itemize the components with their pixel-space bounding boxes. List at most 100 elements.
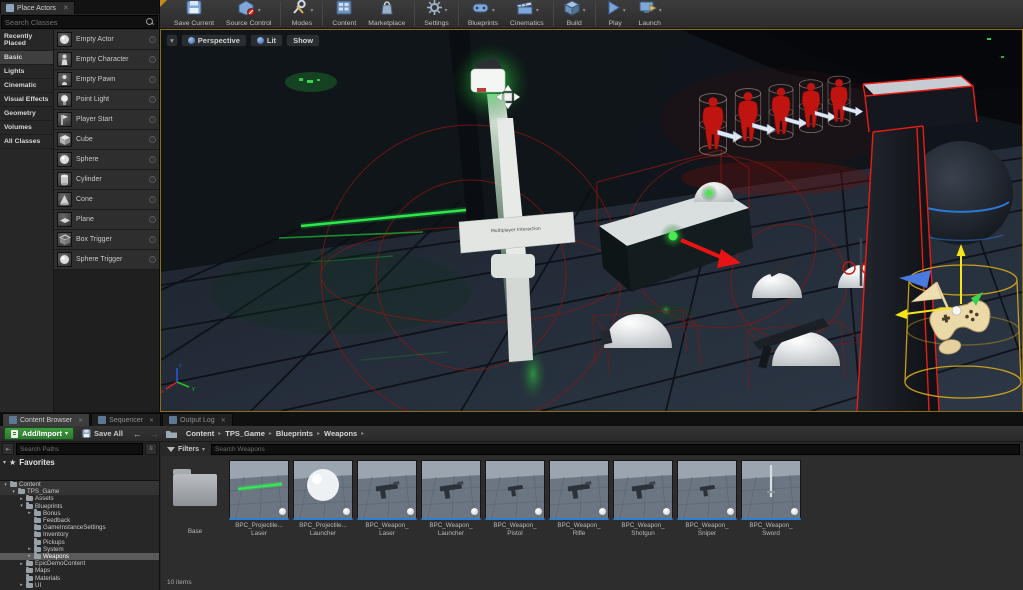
favorites-section[interactable]: ▾ ★ Favorites <box>0 456 159 469</box>
place-item-cone[interactable]: Cone? <box>54 190 159 210</box>
asset-bpc-weapon-launcher[interactable]: BPC_Weapon_Launcher <box>421 460 481 538</box>
category-cinematic[interactable]: Cinematic <box>0 79 53 93</box>
drag-handle-icon[interactable]: ? <box>149 176 156 183</box>
dropdown-caret-icon[interactable]: ▾ <box>258 7 261 14</box>
place-item-plane[interactable]: Plane? <box>54 210 159 230</box>
category-recently-placed[interactable]: Recently Placed <box>0 30 53 51</box>
toolbar-button-save-current[interactable]: Save Current <box>168 1 220 28</box>
drag-handle-icon[interactable]: ? <box>149 136 156 143</box>
tab-place-actors[interactable]: Place Actors ✕ <box>0 1 75 14</box>
expander-icon[interactable]: ▸ <box>27 546 32 552</box>
toolbar-button-cinematics[interactable]: ▾Cinematics <box>504 1 550 28</box>
tab-content-browser[interactable]: Content Browser✕ <box>2 413 90 426</box>
drag-handle-icon[interactable]: ? <box>149 236 156 243</box>
asset-bpc-weapon-rifle[interactable]: BPC_Weapon_Rifle <box>549 460 609 538</box>
tree-item-bonus[interactable]: ▸Bonus <box>0 510 159 517</box>
expander-icon[interactable]: ▾ <box>3 482 8 488</box>
close-icon[interactable]: ✕ <box>78 417 83 424</box>
category-all-classes[interactable]: All Classes <box>0 135 53 149</box>
show-button[interactable]: Show <box>286 34 320 47</box>
dropdown-caret-icon[interactable]: ▾ <box>659 7 662 14</box>
toolbar-button-marketplace[interactable]: Marketplace <box>362 1 411 28</box>
tree-item-materials[interactable]: Materials <box>0 574 159 581</box>
search-classes-input[interactable] <box>5 18 146 27</box>
toolbar-button-play[interactable]: ▾Play <box>599 1 632 28</box>
drag-handle-icon[interactable]: ? <box>149 216 156 223</box>
expander-icon[interactable]: ▾ <box>11 489 16 495</box>
category-basic[interactable]: Basic <box>0 51 53 65</box>
asset-bpc-weapon-laser[interactable]: BPC_Weapon_Laser <box>357 460 417 538</box>
toolbar-button-build[interactable]: ▾Build <box>557 1 592 28</box>
toolbar-button-settings[interactable]: ▾Settings <box>418 1 455 28</box>
drag-handle-icon[interactable]: ? <box>149 36 156 43</box>
tree-item-assets[interactable]: ▸Assets <box>0 495 159 502</box>
filters-button[interactable]: Filters ▾ <box>164 446 208 453</box>
toolbar-button-content[interactable]: Content <box>326 1 362 28</box>
category-visual-effects[interactable]: Visual Effects <box>0 93 53 107</box>
tree-item-inventory[interactable]: Inventory <box>0 531 159 538</box>
toolbar-button-launch[interactable]: ▾Launch <box>632 1 668 28</box>
expander-icon[interactable]: ▾ <box>19 503 24 509</box>
asset-bpc-weapon-pistol[interactable]: BPC_Weapon_Pistol <box>485 460 545 538</box>
category-lights[interactable]: Lights <box>0 65 53 79</box>
drag-handle-icon[interactable]: ? <box>149 56 156 63</box>
asset-bpc-weapon-sniper[interactable]: BPC_Weapon_Sniper <box>677 460 737 538</box>
drag-handle-icon[interactable]: ? <box>149 196 156 203</box>
viewport[interactable]: Multiplayer Interaction <box>160 29 1023 412</box>
tab-sequencer[interactable]: Sequencer✕ <box>91 413 161 426</box>
tree-item-gameinstancesettings[interactable]: GameInstanceSettings <box>0 524 159 531</box>
search-assets-input[interactable] <box>211 444 1020 455</box>
category-volumes[interactable]: Volumes <box>0 121 53 135</box>
place-item-player-start[interactable]: Player Start? <box>54 110 159 130</box>
dropdown-caret-icon[interactable]: ▾ <box>583 7 586 14</box>
close-icon[interactable]: ✕ <box>221 417 226 424</box>
dropdown-caret-icon[interactable]: ▾ <box>623 7 626 14</box>
toolbar-button-source-control[interactable]: ▾Source Control <box>220 1 277 28</box>
view-options-icon[interactable]: ≡ <box>145 443 157 455</box>
tree-item-maps[interactable]: Maps <box>0 567 159 574</box>
drag-handle-icon[interactable]: ? <box>149 256 156 263</box>
place-item-sphere-trigger[interactable]: Sphere Trigger? <box>54 250 159 270</box>
dropdown-caret-icon[interactable]: ▾ <box>536 7 539 14</box>
toolbar-button-modes[interactable]: ▾Modes <box>284 1 319 28</box>
close-icon[interactable]: ✕ <box>63 4 69 12</box>
place-item-empty-pawn[interactable]: Empty Pawn? <box>54 70 159 90</box>
forward-button[interactable]: → <box>148 429 161 439</box>
place-item-empty-actor[interactable]: Empty Actor? <box>54 30 159 50</box>
close-icon[interactable]: ✕ <box>149 417 154 424</box>
expander-icon[interactable]: ▸ <box>19 561 24 567</box>
tree-item-pickups[interactable]: Pickups <box>0 539 159 546</box>
tab-output-log[interactable]: Output Log✕ <box>162 413 233 426</box>
search-paths-input[interactable] <box>16 443 143 455</box>
tree-item-feedback[interactable]: Feedback <box>0 517 159 524</box>
tree-item-content[interactable]: ▾Content <box>0 481 159 488</box>
dropdown-caret-icon[interactable]: ▾ <box>310 7 313 14</box>
dropdown-caret-icon[interactable]: ▾ <box>445 7 448 14</box>
expander-icon[interactable]: ▸ <box>19 582 24 588</box>
viewport-options-button[interactable]: ▾ <box>166 34 178 47</box>
drag-handle-icon[interactable]: ? <box>149 76 156 83</box>
perspective-button[interactable]: Perspective <box>181 34 247 47</box>
asset-bpc-projectile-launcher[interactable]: BPC_Projectile...Launcher <box>293 460 353 538</box>
place-item-box-trigger[interactable]: Box Trigger? <box>54 230 159 250</box>
place-item-empty-character[interactable]: Empty Character? <box>54 50 159 70</box>
drag-handle-icon[interactable]: ? <box>149 96 156 103</box>
dropdown-caret-icon[interactable]: ▾ <box>492 7 495 14</box>
lit-mode-button[interactable]: Lit <box>250 34 283 47</box>
drag-handle-icon[interactable]: ? <box>149 156 156 163</box>
asset-bpc-weapon-shotgun[interactable]: BPC_Weapon_Shotgun <box>613 460 673 538</box>
place-item-point-light[interactable]: Point Light? <box>54 90 159 110</box>
back-button[interactable]: ← <box>131 429 144 439</box>
save-all-button[interactable]: Save All <box>78 429 127 438</box>
tree-item-blueprints[interactable]: ▾Blueprints <box>0 503 159 510</box>
selected-light-actor[interactable] <box>451 42 531 122</box>
tree-item-ui[interactable]: ▸UI <box>0 582 159 589</box>
place-item-sphere[interactable]: Sphere? <box>54 150 159 170</box>
asset-bpc-projectile-laser[interactable]: BPC_Projectile...Laser <box>229 460 289 538</box>
breadcrumb-blueprints[interactable]: Blueprints <box>276 429 313 438</box>
expander-icon[interactable]: ▸ <box>19 496 24 502</box>
expander-icon[interactable]: ▸ <box>27 553 32 559</box>
tree-item-system[interactable]: ▸System <box>0 546 159 553</box>
tree-item-tps-game[interactable]: ▾TPS_Game <box>0 488 159 495</box>
breadcrumb-weapons[interactable]: Weapons <box>324 429 357 438</box>
